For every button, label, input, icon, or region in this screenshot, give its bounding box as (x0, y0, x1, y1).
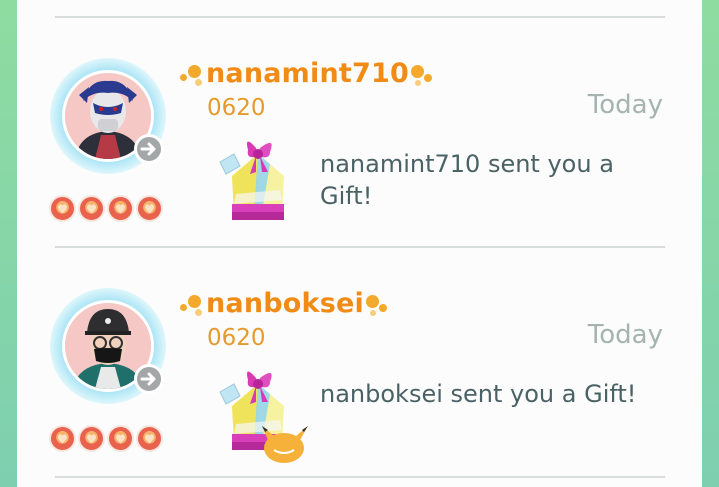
date-label: Today (587, 320, 663, 350)
avatar[interactable] (50, 58, 166, 174)
friend-name[interactable]: nanamint710 (180, 58, 435, 90)
friendship-hearts (49, 195, 163, 222)
friend-code: 0620 (207, 95, 266, 121)
gift-message: nanamint710 sent you a Gift! (320, 150, 614, 210)
heart-icon (107, 425, 134, 452)
date-label: Today (587, 90, 663, 120)
friendship-hearts (49, 425, 163, 452)
sparkle-dots-icon (180, 291, 206, 319)
friend-code: 0620 (207, 325, 266, 351)
heart-icon (49, 195, 76, 222)
heart-icon (78, 195, 105, 222)
friend-name[interactable]: nanboksei (180, 288, 390, 320)
sparkle-dots-icon (180, 61, 206, 89)
sparkle-dots-icon (364, 291, 390, 319)
gift-icon[interactable] (218, 364, 308, 464)
friend-list-item[interactable]: nanboksei 0620 Today nanboksei sent you … (0, 248, 719, 478)
gift-icon[interactable] (218, 134, 298, 234)
gift-message: nanboksei sent you a Gift! (320, 380, 637, 408)
swap-arrow-icon[interactable] (134, 364, 164, 394)
heart-icon (107, 195, 134, 222)
sparkle-dots-icon (409, 61, 435, 89)
heart-icon (136, 425, 163, 452)
heart-icon (78, 425, 105, 452)
friend-list-item[interactable]: nanamint710 0620 Today nanamint710 sent … (0, 18, 719, 248)
heart-icon (136, 195, 163, 222)
swap-arrow-icon[interactable] (134, 134, 164, 164)
heart-icon (49, 425, 76, 452)
divider (55, 476, 665, 478)
avatar[interactable] (50, 288, 166, 404)
